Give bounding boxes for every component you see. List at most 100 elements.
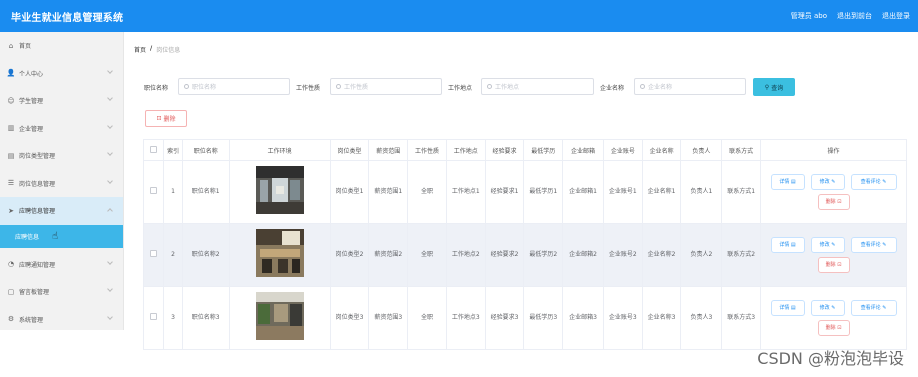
cell-company-account: 企业账号1 bbox=[602, 160, 643, 224]
chevron-down-icon bbox=[107, 95, 113, 101]
chevron-down-icon bbox=[107, 313, 113, 320]
watermark: CSDN @粉泡泡毕设 bbox=[757, 349, 904, 368]
cell-index: 3 bbox=[163, 286, 183, 350]
row-select-cell bbox=[142, 223, 165, 287]
column-header: 工作地点 bbox=[445, 139, 486, 161]
cell-operations: 详情 ▤ 修改 ✎ 查看评论 ✎ 删除 ⊡ bbox=[760, 223, 907, 287]
batch-delete-button[interactable]: ⊡ 删除 bbox=[145, 110, 187, 127]
delete-button[interactable]: 删除 ⊡ bbox=[817, 194, 850, 210]
search-button[interactable]: ⚲ 查询 bbox=[753, 78, 795, 96]
row-checkbox[interactable] bbox=[150, 186, 158, 194]
cell-company-account: 企业账号2 bbox=[602, 223, 643, 287]
cell-company-email: 企业邮箱2 bbox=[562, 223, 604, 287]
cell-company-email: 企业邮箱1 bbox=[562, 160, 604, 224]
sidebar-item-home[interactable]: ⌂ 首页 bbox=[0, 32, 123, 60]
sidebar-item-notifications[interactable]: ◔ 应聘通知管理 bbox=[0, 251, 123, 279]
view-reviews-button[interactable]: 查看评论 ✎ bbox=[850, 237, 897, 253]
column-header: 企业邮箱 bbox=[562, 139, 604, 161]
sidebar-item-applications[interactable]: ➤ 应聘信息管理 bbox=[0, 197, 123, 225]
sidebar: ⌂ 首页 👤 个人中心 ☺ 学生管理 ▥ 企业管理 ▤ 岗位类型管理 ☰ 岗位信… bbox=[0, 32, 124, 330]
table-row: 1 职位名称1 岗位类型1 薪资范围1 全职 工作地点1 经验要求1 最低学历1… bbox=[142, 160, 907, 224]
view-reviews-button[interactable]: 查看评论 ✎ bbox=[850, 174, 897, 190]
sidebar-item-system[interactable]: ⚙ 系统管理 bbox=[0, 306, 123, 334]
cell-location: 工作地点2 bbox=[445, 223, 486, 287]
sidebar-item-message-board[interactable]: ▢ 留言板管理 bbox=[0, 278, 123, 306]
column-header: 企业名称 bbox=[641, 139, 682, 161]
column-header: 最低学历 bbox=[523, 139, 564, 161]
logout-link[interactable]: 退出登录 bbox=[882, 11, 910, 21]
row-actions: 详情 ▤ 修改 ✎ 查看评论 ✎ 删除 ⊡ bbox=[763, 237, 904, 273]
table-row: 3 职位名称3 岗位类型3 薪资范围3 全职 工作地点3 经验要求3 最低学历3… bbox=[142, 286, 907, 350]
column-header: 经验要求 bbox=[484, 139, 525, 161]
user-icon: 👤 bbox=[6, 69, 16, 78]
search-icon bbox=[336, 84, 341, 89]
cell-work-environment bbox=[228, 223, 331, 287]
view-reviews-button[interactable]: 查看评论 ✎ bbox=[850, 300, 897, 316]
job-table: 索引 职位名称 工作环境 岗位类型 薪资范围 工作性质 工作地点 经验要求 最低… bbox=[142, 139, 907, 350]
main-content: 首页 / 岗位信息 职位名称 职位名称 工作性质 工作性质 工作地点 工作地点 … bbox=[124, 32, 918, 350]
sidebar-item-label: 首页 bbox=[19, 43, 32, 51]
bell-icon: ◔ bbox=[7, 260, 15, 269]
edit-button[interactable]: 修改 ✎ bbox=[810, 300, 845, 316]
app-title: 毕业生就业信息管理系统 bbox=[11, 13, 124, 24]
row-actions: 详情 ▤ 修改 ✎ 查看评论 ✎ 删除 ⊡ bbox=[763, 300, 904, 336]
table-row: 2 职位名称2 岗位类型2 薪资范围2 全职 工作地点2 经验要求2 最低学历2… bbox=[142, 223, 907, 287]
row-select-cell bbox=[142, 160, 165, 224]
sidebar-item-job-info[interactable]: ☰ 岗位信息管理 bbox=[0, 170, 123, 198]
sidebar-item-profile[interactable]: 👤 个人中心 bbox=[0, 60, 123, 88]
cell-operations: 详情 ▤ 修改 ✎ 查看评论 ✎ 删除 ⊡ bbox=[760, 160, 907, 224]
cell-education: 最低学历2 bbox=[523, 223, 564, 287]
delete-button[interactable]: 删除 ⊡ bbox=[817, 320, 850, 336]
home-icon: ⌂ bbox=[8, 41, 14, 50]
company-name-label: 企业名称 bbox=[600, 85, 625, 92]
chart-icon: ▥ bbox=[7, 124, 15, 133]
sidebar-item-job-types[interactable]: ▤ 岗位类型管理 bbox=[0, 142, 123, 170]
detail-button[interactable]: 详情 ▤ bbox=[770, 237, 805, 253]
job-name-input[interactable]: 职位名称 bbox=[178, 78, 290, 95]
sidebar-item-companies[interactable]: ▥ 企业管理 bbox=[0, 115, 123, 143]
cell-company-name: 企业名称3 bbox=[641, 286, 682, 350]
column-header: 联系方式 bbox=[721, 139, 761, 161]
sidebar-subitem-application-info[interactable]: 应聘信息 ☝ bbox=[0, 224, 123, 248]
detail-button[interactable]: 详情 ▤ bbox=[770, 174, 805, 190]
edit-button[interactable]: 修改 ✎ bbox=[810, 237, 845, 253]
back-to-front-link[interactable]: 退出到前台 bbox=[837, 11, 872, 21]
chevron-down-icon bbox=[107, 150, 113, 156]
row-checkbox[interactable] bbox=[150, 249, 158, 257]
delete-button[interactable]: 删除 ⊡ bbox=[817, 257, 850, 273]
search-form: 职位名称 职位名称 工作性质 工作性质 工作地点 工作地点 企业名称 企业名称 … bbox=[144, 78, 918, 96]
row-checkbox[interactable] bbox=[150, 312, 158, 320]
cell-job-nature: 全职 bbox=[407, 160, 447, 224]
cell-index: 1 bbox=[163, 160, 183, 224]
detail-button[interactable]: 详情 ▤ bbox=[770, 300, 805, 316]
breadcrumb-home[interactable]: 首页 bbox=[134, 45, 146, 54]
cell-contact: 联系方式3 bbox=[721, 286, 761, 350]
job-nature-input[interactable]: 工作性质 bbox=[330, 78, 442, 95]
job-name-label: 职位名称 bbox=[144, 85, 169, 92]
select-all-checkbox[interactable] bbox=[150, 145, 158, 153]
row-select-cell bbox=[142, 286, 165, 350]
column-header: 职位名称 bbox=[181, 139, 230, 161]
breadcrumb-separator: / bbox=[150, 45, 153, 52]
edit-button[interactable]: 修改 ✎ bbox=[810, 174, 845, 190]
search-icon bbox=[184, 84, 189, 89]
doc-icon: ▤ bbox=[7, 151, 15, 160]
cell-manager: 负责人3 bbox=[680, 286, 723, 350]
company-name-input[interactable]: 企业名称 bbox=[634, 78, 746, 95]
search-button-label: 查询 bbox=[771, 84, 784, 92]
sidebar-item-label: 岗位信息管理 bbox=[19, 180, 56, 188]
sidebar-item-label: 岗位类型管理 bbox=[19, 153, 56, 161]
cell-manager: 负责人1 bbox=[680, 160, 723, 224]
cell-job-nature: 全职 bbox=[407, 286, 447, 350]
job-location-input[interactable]: 工作地点 bbox=[481, 78, 594, 95]
cell-contact: 联系方式2 bbox=[721, 223, 761, 287]
cell-experience: 经验要求1 bbox=[484, 160, 525, 224]
cell-job-name: 职位名称2 bbox=[181, 223, 230, 287]
search-icon bbox=[487, 84, 492, 89]
office-photo bbox=[255, 229, 304, 277]
chevron-down-icon bbox=[107, 286, 113, 292]
chevron-down-icon bbox=[107, 258, 113, 265]
select-all-cell bbox=[142, 139, 165, 161]
cell-company-account: 企业账号3 bbox=[602, 286, 643, 350]
sidebar-item-students[interactable]: ☺ 学生管理 bbox=[0, 87, 123, 115]
